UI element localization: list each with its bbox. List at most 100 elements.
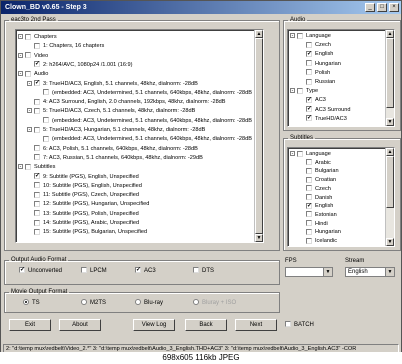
stream-tree-row[interactable]: 2: h264/AVC, 1080p24 /1.001 (16:9) xyxy=(27,61,132,69)
stream-tree-checkbox[interactable] xyxy=(34,210,40,217)
scroll-thumb[interactable] xyxy=(386,38,394,108)
stream-tree-row[interactable]: - 3: TrueHD/AC3, English, 5.1 channels, 4… xyxy=(27,80,198,88)
lpcm-check[interactable] xyxy=(81,267,87,274)
subtitle-filter-checkbox[interactable] xyxy=(306,159,312,166)
stream-tree-row[interactable]: - Video xyxy=(18,52,48,60)
batch-checkbox[interactable]: BATCH xyxy=(285,321,314,329)
stream-tree-checkbox[interactable] xyxy=(43,135,49,142)
stream-tree-row[interactable]: 4: AC3 Surround, English, 2.0 channels, … xyxy=(27,98,226,106)
collapse-icon[interactable]: - xyxy=(27,80,32,86)
scroll-thumb[interactable] xyxy=(386,156,394,208)
collapse-icon[interactable]: - xyxy=(18,52,23,58)
scroll-up-arrow[interactable]: ▲ xyxy=(386,148,394,156)
subtitle-filter-checkbox[interactable] xyxy=(306,228,312,235)
audio-filter-checkbox[interactable] xyxy=(306,41,312,48)
stream-tree-checkbox[interactable] xyxy=(34,200,40,207)
audio-filter-scrollbar[interactable]: ▲ ▼ xyxy=(385,30,394,126)
close-button[interactable]: × xyxy=(389,3,399,12)
subtitle-filter-row[interactable]: Hindi xyxy=(299,220,328,228)
stream-tree-row[interactable]: (embedded: AC3, Undetermined, 5.1 channe… xyxy=(36,89,252,97)
subtitle-filter-row[interactable]: Estonian xyxy=(299,211,337,219)
stream-tree-checkbox[interactable] xyxy=(34,61,40,68)
stream-tree-checkbox[interactable] xyxy=(34,42,40,49)
subtitle-filter-scrollbar[interactable]: ▲ ▼ xyxy=(385,148,394,246)
unconverted-checkbox[interactable]: Unconverted xyxy=(19,267,62,275)
stream-tree-row[interactable]: 14: Subtitle (PGS), Arabic, Unspecified xyxy=(27,219,139,227)
audio-filter-checkbox[interactable] xyxy=(306,96,312,103)
title-bar[interactable]: Clown_BD v0.65 - Step 3 _ □ × xyxy=(1,1,401,14)
audio-filter-checkbox[interactable] xyxy=(306,106,312,113)
stream-tree-checkbox[interactable] xyxy=(34,182,40,189)
audio-filter-checkbox[interactable] xyxy=(306,78,312,85)
collapse-icon[interactable]: - xyxy=(290,151,295,157)
stream-tree-row[interactable]: - 5: TrueHD/AC3, Hungarian, 5.1 channels,… xyxy=(27,126,205,134)
stream-tree-checkbox[interactable] xyxy=(34,173,40,180)
stream-tree-checkbox[interactable] xyxy=(34,191,40,198)
scroll-thumb[interactable] xyxy=(255,38,263,234)
collapse-icon[interactable]: - xyxy=(290,33,295,39)
ac3-check[interactable] xyxy=(135,267,141,274)
audio-filter-row[interactable]: Polish xyxy=(299,69,330,77)
bluray-radio[interactable]: Blu-ray xyxy=(135,299,163,307)
back-button[interactable]: Back xyxy=(185,319,227,331)
stream-tree-checkbox[interactable] xyxy=(34,107,40,114)
subtitle-filter-row[interactable]: Croatian xyxy=(299,176,336,184)
collapse-icon[interactable]: - xyxy=(18,71,23,77)
exit-button[interactable]: Exit xyxy=(9,319,51,331)
audio-filter-row[interactable]: AC3 xyxy=(299,96,326,104)
stream-tree-checkbox[interactable] xyxy=(34,228,40,235)
stream-tree-checkbox[interactable] xyxy=(25,33,31,40)
stream-tree-row[interactable]: 11: Subtitle (PGS), Czech, Unspecified xyxy=(27,191,139,199)
ac3-checkbox[interactable]: AC3 xyxy=(135,267,156,275)
ts-radio-dot[interactable] xyxy=(23,299,29,306)
subtitle-filter-checkbox[interactable] xyxy=(306,237,312,244)
stream-tree-row[interactable]: (embedded: AC3, Undetermined, 5.1 channe… xyxy=(36,117,252,125)
stream-tree-checkbox[interactable] xyxy=(25,52,31,59)
subtitle-filter-checkbox[interactable] xyxy=(306,202,312,209)
maximize-button[interactable]: □ xyxy=(377,3,387,12)
scroll-down-arrow[interactable]: ▼ xyxy=(255,234,263,242)
subtitle-filter-checkbox[interactable] xyxy=(306,220,312,227)
stream-select[interactable]: English ▼ xyxy=(345,267,395,277)
audio-filter-row[interactable]: Hungarian xyxy=(299,60,341,68)
next-button[interactable]: Next xyxy=(235,319,277,331)
collapse-icon[interactable]: - xyxy=(290,88,295,94)
subtitle-filter-checkbox[interactable] xyxy=(306,194,312,201)
audio-filter-checkbox[interactable] xyxy=(297,87,303,94)
minimize-button[interactable]: _ xyxy=(365,3,375,12)
audio-filter-checkbox[interactable] xyxy=(306,50,312,57)
scroll-up-arrow[interactable]: ▲ xyxy=(255,30,263,38)
audio-filter-row[interactable]: - Language xyxy=(290,32,331,40)
ts-radio[interactable]: TS xyxy=(23,299,40,307)
stream-tree-row[interactable]: 12: Subtitle (PGS), Hungarian, Unspecifi… xyxy=(27,200,149,208)
bluray-radio-dot[interactable] xyxy=(135,299,141,306)
stream-tree-checkbox[interactable] xyxy=(34,219,40,226)
about-button[interactable]: About xyxy=(59,319,101,331)
audio-filter-checkbox[interactable] xyxy=(306,69,312,76)
subtitle-filter-checkbox[interactable] xyxy=(306,185,312,192)
audio-filter-tree[interactable]: ▲ ▼ - Language Czech English Hungarian Polish… xyxy=(287,29,395,127)
subtitle-filter-row[interactable]: - Language xyxy=(290,150,331,158)
stream-tree-row[interactable]: 7: AC3, Russian, 5.1 channels, 640kbps, … xyxy=(27,154,203,162)
collapse-icon[interactable]: - xyxy=(27,108,32,114)
subtitle-filter-row[interactable]: English xyxy=(299,202,333,210)
stream-tree[interactable]: ▲ ▼ - Chapters 1: Chapters, 16 chapters - Vi… xyxy=(15,29,264,243)
collapse-icon[interactable]: - xyxy=(18,164,23,170)
chevron-down-icon[interactable]: ▼ xyxy=(385,268,394,276)
stream-tree-row[interactable]: (embedded: AC3, Undetermined, 5.1 channe… xyxy=(36,135,252,143)
stream-tree-row[interactable]: - 5: TrueHD/AC3, Czech, 5.1 channels, 48k… xyxy=(27,107,195,115)
subtitle-filter-checkbox[interactable] xyxy=(306,167,312,174)
subtitle-filter-row[interactable]: Hungarian xyxy=(299,228,341,236)
stream-tree-checkbox[interactable] xyxy=(34,126,40,133)
scroll-up-arrow[interactable]: ▲ xyxy=(386,30,394,38)
collapse-icon[interactable]: - xyxy=(18,34,23,40)
audio-filter-row[interactable]: AC3 Surround xyxy=(299,106,350,114)
stream-tree-checkbox[interactable] xyxy=(25,163,31,170)
stream-tree-checkbox[interactable] xyxy=(43,117,49,124)
stream-tree-row[interactable]: 1: Chapters, 16 chapters xyxy=(27,42,104,50)
lpcm-checkbox[interactable]: LPCM xyxy=(81,267,107,275)
audio-filter-checkbox[interactable] xyxy=(306,115,312,122)
audio-filter-checkbox[interactable] xyxy=(306,60,312,67)
collapse-icon[interactable]: - xyxy=(27,127,32,133)
m2ts-radio-dot[interactable] xyxy=(81,299,87,306)
